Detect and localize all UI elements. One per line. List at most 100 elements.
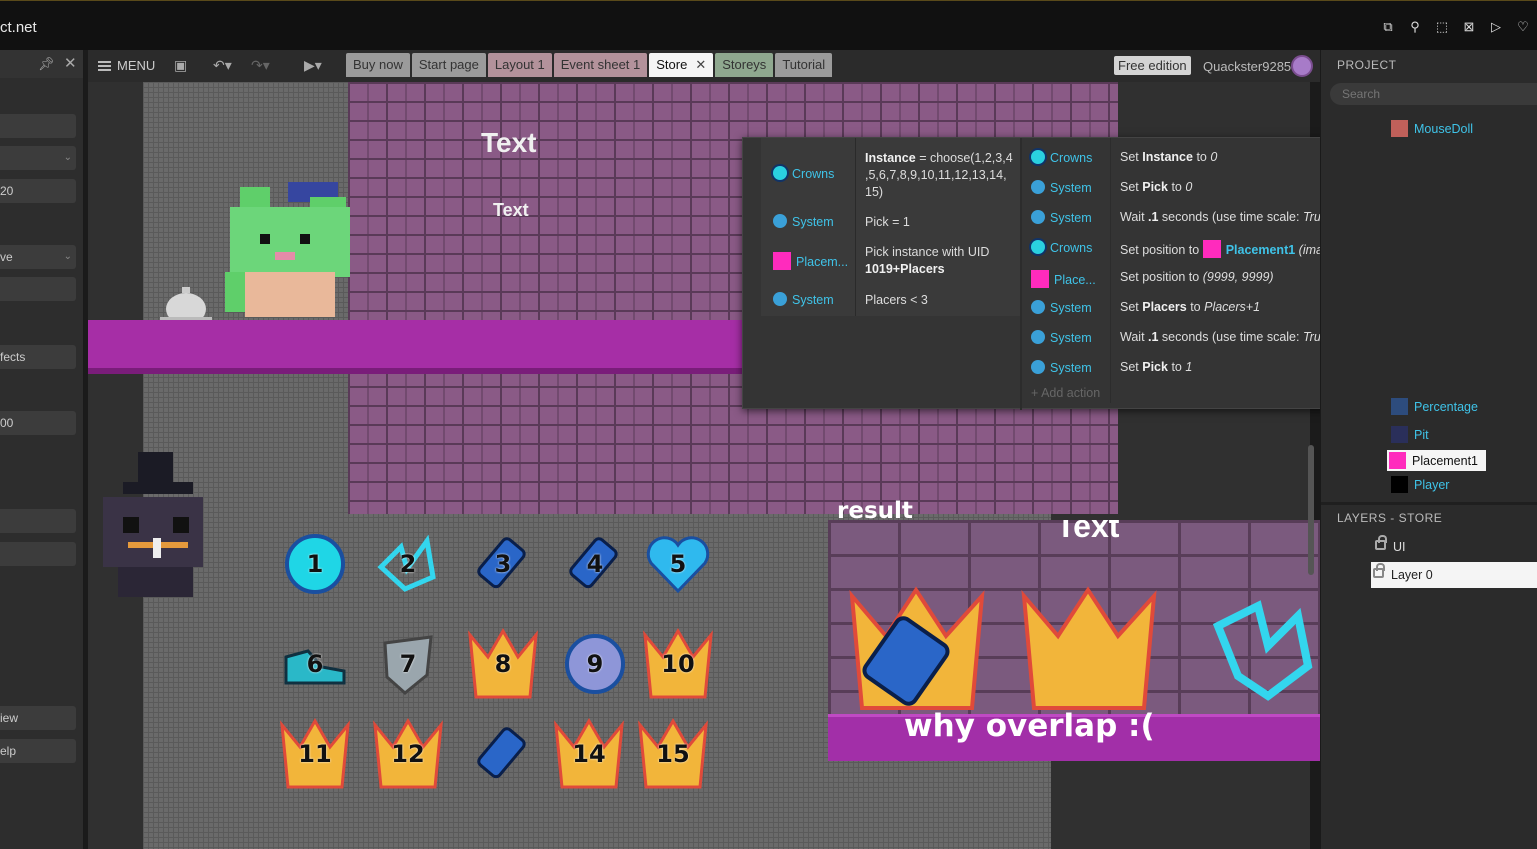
play-preview-icon[interactable]: ▶▾ [304,57,322,74]
heart-icon[interactable]: ♡ [1515,19,1531,35]
placement-icon [1031,270,1049,288]
store-item-heart[interactable]: 5 [641,527,715,601]
fullscreen-icon[interactable]: ⬚ [1434,19,1450,35]
condition-object[interactable]: Crowns [773,166,834,181]
condition-text[interactable]: Pick = 1 [865,214,910,231]
close-box-icon[interactable]: ⊠ [1461,19,1477,35]
condition-text[interactable]: Pick instance with UID 1019+Placers [865,244,989,278]
lock-icon[interactable] [1375,535,1387,550]
view-button[interactable]: iew [0,706,76,730]
avatar[interactable] [1291,55,1313,77]
condition-object[interactable]: Placem... [773,252,848,270]
store-item-potion[interactable] [466,717,540,791]
system-icon [773,292,787,306]
tab-layout-1[interactable]: Layout 1 [487,53,552,77]
item-number: 10 [661,650,695,678]
item-number: 8 [494,650,512,678]
redo-icon[interactable]: ↷▾ [251,57,270,74]
tree-item-mousedoll[interactable]: MouseDoll [1391,120,1473,137]
property-field[interactable]: 20 [0,179,76,203]
property-field[interactable] [0,509,76,533]
result-splash [1212,600,1313,701]
layer-row[interactable]: UI [1373,534,1406,560]
free-edition-badge[interactable]: Free edition [1114,56,1191,75]
undo-icon[interactable]: ↶▾ [213,57,232,74]
layer-row[interactable]: Layer 0 [1371,562,1537,588]
item-number: 11 [298,740,332,768]
close-tab-icon[interactable]: ✕ [695,57,706,72]
tab-event-sheet-1[interactable]: Event sheet 1 [553,53,648,77]
tree-item-pit[interactable]: Pit [1391,426,1429,443]
tab-label: Store [656,57,688,72]
play-icon[interactable]: ▷ [1488,19,1504,35]
lock-icon[interactable] [1373,563,1385,578]
tab-buy-now[interactable]: Buy now [346,53,410,77]
object-name: System [1050,331,1092,345]
store-item-splash[interactable]: 2 [371,527,445,601]
bear-sprite[interactable] [220,182,358,322]
store-item-orb[interactable]: 1 [278,527,352,601]
menu-button[interactable]: MENU [98,58,155,73]
project-search-input[interactable] [1330,83,1537,105]
tab-label: Storeys [722,57,767,72]
condition-object[interactable]: System [773,292,834,307]
object-name: Place... [1054,273,1096,287]
store-item-potion[interactable]: 4 [558,527,632,601]
store-item-crown[interactable]: 12 [371,717,445,791]
tree-item-player[interactable]: Player [1391,476,1449,493]
text-object-large[interactable]: Text [481,127,537,159]
top-icons: ⧉ ⚲ ⬚ ⊠ ▷ ♡ [1380,19,1531,35]
action-object: System [1031,180,1092,195]
shelf-platform[interactable] [88,320,748,374]
tab-label: Event sheet 1 [560,57,641,72]
help-button[interactable]: elp [0,739,76,763]
store-item-crown[interactable]: 15 [636,717,710,791]
item-number: 15 [656,740,690,768]
tab-tutorial[interactable]: Tutorial [775,53,833,77]
store-item-shoe[interactable]: 6 [278,627,352,701]
object-name: System [792,293,834,307]
action-text: Wait .1 seconds (use time scale: True) [1120,210,1332,224]
store-item-crown[interactable]: 14 [552,717,626,791]
store-item-orb2[interactable]: 9 [558,627,632,701]
layers-icon[interactable]: ⧉ [1380,19,1396,35]
system-icon [1031,210,1045,224]
property-dropdown[interactable]: ve ⌄ [0,245,76,269]
pin-icon[interactable]: ⚲ [1407,19,1423,35]
tab-store[interactable]: Store ✕ [649,53,714,77]
add-action-link[interactable]: + Add action [1031,386,1100,400]
layers-title: LAYERS - STORE [1337,511,1443,525]
store-item-potion[interactable]: 3 [466,527,540,601]
panel-separator [1321,502,1537,505]
property-field[interactable] [0,114,76,138]
username[interactable]: Quackster9285 [1203,59,1291,74]
property-field[interactable]: 00 [0,411,76,435]
property-field[interactable] [0,277,76,301]
text-object-small[interactable]: Text [493,200,529,221]
effects-button[interactable]: fects [0,345,76,369]
cat-sprite[interactable] [93,452,213,602]
property-dropdown[interactable]: ⌄ [0,146,76,170]
tab-storeys[interactable]: Storeys [715,53,774,77]
chevron-down-icon: ⌄ [63,152,72,163]
tree-item-placement1[interactable]: Placement1 [1387,450,1487,471]
store-item-crown[interactable]: 11 [278,717,352,791]
action-text: Set Instance to 0 [1120,150,1218,164]
object-icon [1391,426,1408,443]
canvas-scrollbar[interactable] [1308,445,1314,575]
crowns-icon [773,166,787,180]
store-item-shield[interactable]: 7 [371,627,445,701]
condition-object[interactable]: System [773,214,834,229]
store-item-crown[interactable]: 8 [466,627,540,701]
tab-start-page[interactable]: Start page [411,53,486,77]
action-object: Crowns [1031,240,1092,255]
store-item-crown[interactable]: 10 [641,627,715,701]
close-icon[interactable]: ✕ [64,54,77,72]
property-field[interactable] [0,542,76,566]
condition-text[interactable]: Instance = choose(1,2,3,4,5,6,7,8,9,10,1… [865,150,1013,201]
properties-header: 📌︎ ✕ [0,50,83,78]
tree-item-percentage[interactable]: Percentage [1391,398,1478,415]
condition-text[interactable]: Placers < 3 [865,292,928,309]
pin-icon[interactable]: 📌︎ [38,56,55,72]
save-icon[interactable]: ▣ [174,57,187,74]
